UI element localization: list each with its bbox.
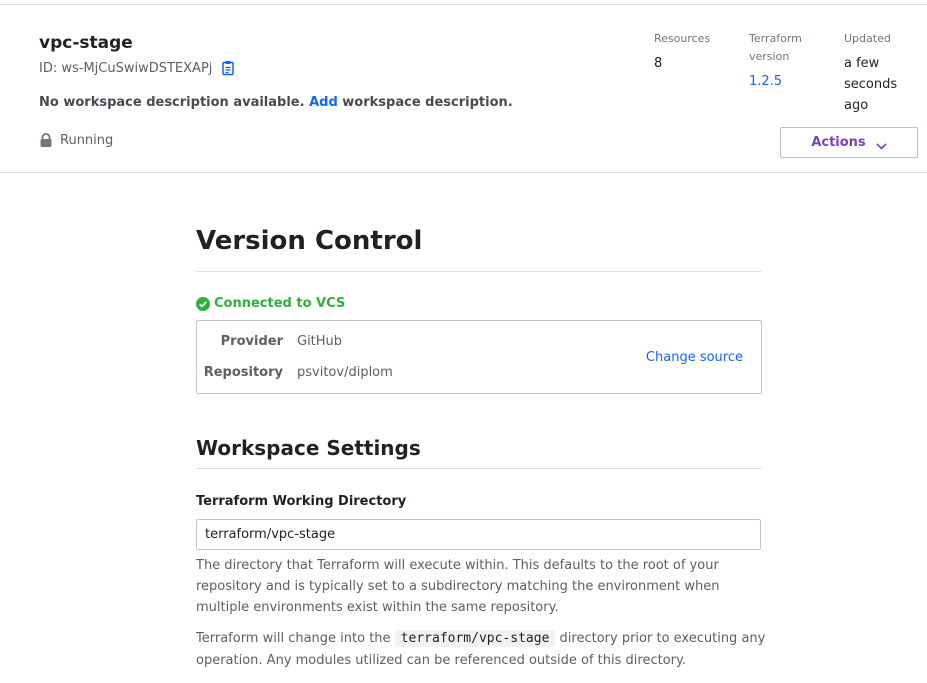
workspace-settings-heading: Workspace Settings bbox=[196, 436, 421, 460]
terraform-version-meta: Terraform version 1.2.5 bbox=[749, 30, 829, 92]
copy-icon[interactable] bbox=[220, 60, 236, 76]
provider-label: Provider bbox=[220, 334, 283, 349]
workspace-id: ID: ws-MjCuSwiwDSTEXAPj bbox=[39, 60, 236, 76]
terraform-version-link[interactable]: 1.2.5 bbox=[749, 71, 829, 92]
provider-value: GitHub bbox=[297, 334, 343, 349]
updated-value: a few seconds ago bbox=[844, 56, 898, 113]
version-control-rule bbox=[196, 271, 761, 272]
check-circle-icon bbox=[196, 296, 210, 311]
updated-meta: Updated a few seconds ago bbox=[844, 30, 919, 116]
vcs-status: Connected to VCS bbox=[196, 296, 345, 311]
workspace-description: No workspace description available. Add … bbox=[39, 95, 513, 110]
working-directory-help: The directory that Terraform will execut… bbox=[196, 558, 720, 615]
workspace-settings-rule bbox=[196, 468, 761, 469]
resources-label: Resources bbox=[654, 32, 711, 45]
status-text: Running bbox=[60, 133, 114, 148]
resources-value: 8 bbox=[654, 56, 663, 71]
description-suffix: workspace description. bbox=[342, 95, 513, 110]
actions-label: Actions bbox=[811, 135, 866, 150]
working-directory-code: terraform/vpc-stage bbox=[394, 630, 556, 647]
workspace-id-text: ID: ws-MjCuSwiwDSTEXAPj bbox=[39, 60, 213, 76]
terraform-version-label: Terraform version bbox=[749, 32, 802, 63]
header-divider bbox=[0, 172, 927, 173]
actions-button[interactable]: Actions bbox=[780, 127, 918, 158]
version-control-heading: Version Control bbox=[196, 226, 423, 256]
repository-label: Repository bbox=[203, 365, 283, 380]
vcs-status-text: Connected to VCS bbox=[214, 296, 346, 311]
description-text: No workspace description available. bbox=[39, 95, 305, 110]
vcs-info-box: Provider GitHub Repository psvitov/diplo… bbox=[196, 320, 762, 394]
repository-value: psvitov/diplom bbox=[297, 365, 393, 380]
resources-meta: Resources 8 bbox=[654, 30, 734, 74]
change-source-link[interactable]: Change source bbox=[646, 350, 743, 365]
chevron-down-icon bbox=[876, 139, 887, 150]
working-directory-label: Terraform Working Directory bbox=[196, 494, 407, 509]
working-directory-note: Terraform will change into the terraform… bbox=[196, 628, 766, 672]
lock-icon bbox=[39, 133, 53, 148]
top-border bbox=[0, 4, 927, 5]
updated-label: Updated bbox=[844, 32, 891, 45]
run-status: Running bbox=[39, 133, 113, 148]
note-prefix: Terraform will change into the bbox=[196, 631, 391, 646]
working-directory-input[interactable] bbox=[196, 519, 761, 550]
workspace-title: vpc-stage bbox=[39, 33, 133, 53]
add-description-link[interactable]: Add bbox=[309, 95, 338, 110]
